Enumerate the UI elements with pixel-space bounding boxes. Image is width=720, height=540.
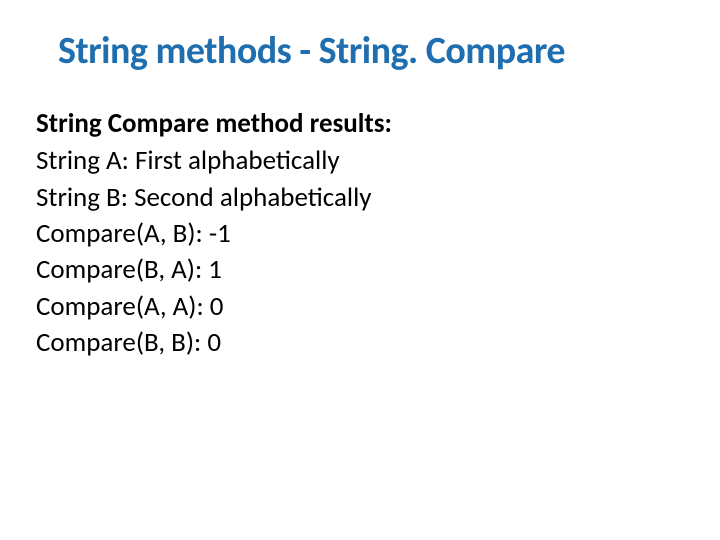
slide: String methods - String. Compare String … (0, 0, 720, 380)
compare-ba-line: Compare(B, A): 1 (36, 252, 684, 288)
compare-bb-line: Compare(B, B): 0 (36, 325, 684, 361)
string-a-line: String A: First alphabetically (36, 143, 684, 179)
compare-ab-line: Compare(A, B): -1 (36, 216, 684, 252)
results-heading: String Compare method results: (36, 106, 684, 141)
string-b-line: String B: Second alphabetically (36, 180, 684, 216)
compare-aa-line: Compare(A, A): 0 (36, 289, 684, 325)
slide-title: String methods - String. Compare (58, 28, 684, 74)
